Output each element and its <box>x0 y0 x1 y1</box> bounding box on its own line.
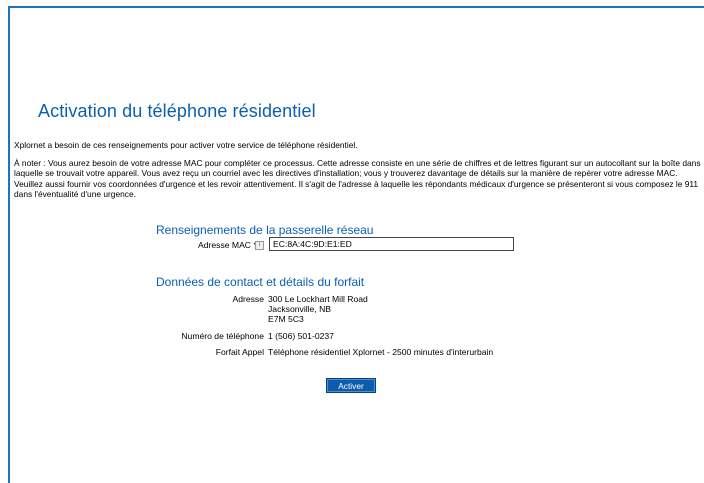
note-text: À noter : Vous aurez besoin de votre adr… <box>14 158 701 200</box>
address-line-1: 300 Le Lockhart Mill Road <box>268 294 368 304</box>
gateway-section-heading: Renseignements de la passerelle réseau <box>156 223 374 237</box>
page-title: Activation du téléphone résidentiel <box>38 101 316 121</box>
activate-button[interactable]: Activer <box>326 378 376 393</box>
phone-value: 1 (506) 501-0237 <box>268 331 334 341</box>
address-value: 300 Le Lockhart Mill Road Jacksonville, … <box>268 294 368 324</box>
address-label: Adresse <box>232 294 264 304</box>
address-line-2: Jacksonville, NB <box>268 304 332 314</box>
mac-address-input[interactable] <box>269 237 514 251</box>
address-line-3: E7M 5C3 <box>268 314 304 324</box>
mac-address-label: Adresse MAC * <box>198 240 257 250</box>
contact-section-heading: Données de contact et détails du forfait <box>156 275 365 289</box>
phone-label: Numéro de téléphone <box>181 331 264 341</box>
plan-value: Téléphone résidentiel Xplornet - 2500 mi… <box>268 347 494 357</box>
plan-label: Forfait Appel <box>215 347 264 357</box>
intro-text: Xplornet a besoin de ces renseignements … <box>14 140 358 150</box>
info-icon[interactable]: i <box>255 241 264 250</box>
